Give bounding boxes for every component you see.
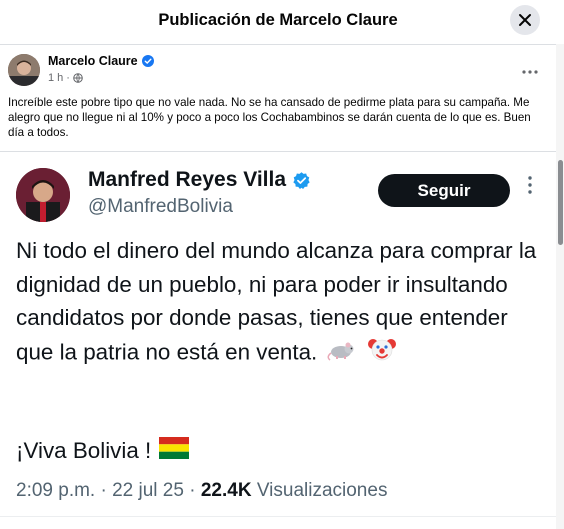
verified-badge-icon [292, 171, 311, 190]
post-time[interactable]: 1 h [48, 72, 63, 84]
meta-dot: · [66, 72, 70, 84]
divider [0, 516, 556, 517]
post-text: Increíble este pobre tipo que no vale na… [8, 96, 531, 139]
follow-button[interactable]: Seguir [378, 174, 510, 207]
tweet-time[interactable]: 2:09 p.m. [16, 480, 95, 501]
tweet-body: Ni todo el dinero del mundo alcanza para… [16, 234, 541, 372]
stats-sep: · [189, 480, 196, 501]
verified-badge-icon [141, 55, 154, 67]
clown-emoji [367, 335, 396, 373]
tweet-author-name[interactable]: Manfred Reyes Villa [88, 168, 311, 192]
embedded-tweet[interactable]: Manfred Reyes Villa @ManfredBolivia Segu… [0, 152, 556, 529]
globe-icon [73, 73, 83, 83]
modal-title: Publicación de Marcelo Claure [158, 11, 398, 29]
tweet-handle[interactable]: @ManfredBolivia [88, 196, 233, 218]
modal-header: Publicación de Marcelo Claure [0, 0, 556, 45]
bolivia-flag-emoji [159, 437, 190, 465]
stats-sep: · [100, 480, 107, 501]
tweet-name-text[interactable]: Manfred Reyes Villa [88, 168, 286, 192]
tweet-body-text: Ni todo el dinero del mundo alcanza para… [16, 238, 537, 365]
close-icon [519, 14, 531, 26]
tweet-viva-text: ¡Viva Bolivia ! [16, 438, 152, 463]
tweet-stats: 2:09 p.m. · 22 jul 25 · 22.4K Visualizac… [16, 480, 387, 502]
scrollbar-track[interactable] [556, 44, 564, 529]
more-horizontal-icon [522, 70, 538, 74]
post-header: Marcelo Claure 1 h · [0, 45, 556, 93]
post-more-button[interactable] [522, 61, 538, 77]
post-meta: 1 h · [48, 72, 83, 84]
more-vertical-icon [528, 176, 532, 194]
rat-emoji [327, 337, 357, 371]
tweet-date[interactable]: 22 jul 25 [112, 480, 184, 501]
author-avatar[interactable] [8, 54, 40, 86]
views-label: Visualizaciones [256, 480, 388, 501]
author-name-link[interactable]: Marcelo Claure [48, 54, 138, 68]
tweet-viva-line: ¡Viva Bolivia ! [16, 437, 190, 465]
tweet-more-button[interactable] [528, 176, 532, 194]
views-count: 22.4K [200, 480, 252, 501]
author-name[interactable]: Marcelo Claure [48, 54, 154, 68]
scrollbar-thumb[interactable] [558, 160, 563, 245]
tweet-avatar[interactable] [16, 168, 70, 222]
close-button[interactable] [510, 5, 540, 35]
